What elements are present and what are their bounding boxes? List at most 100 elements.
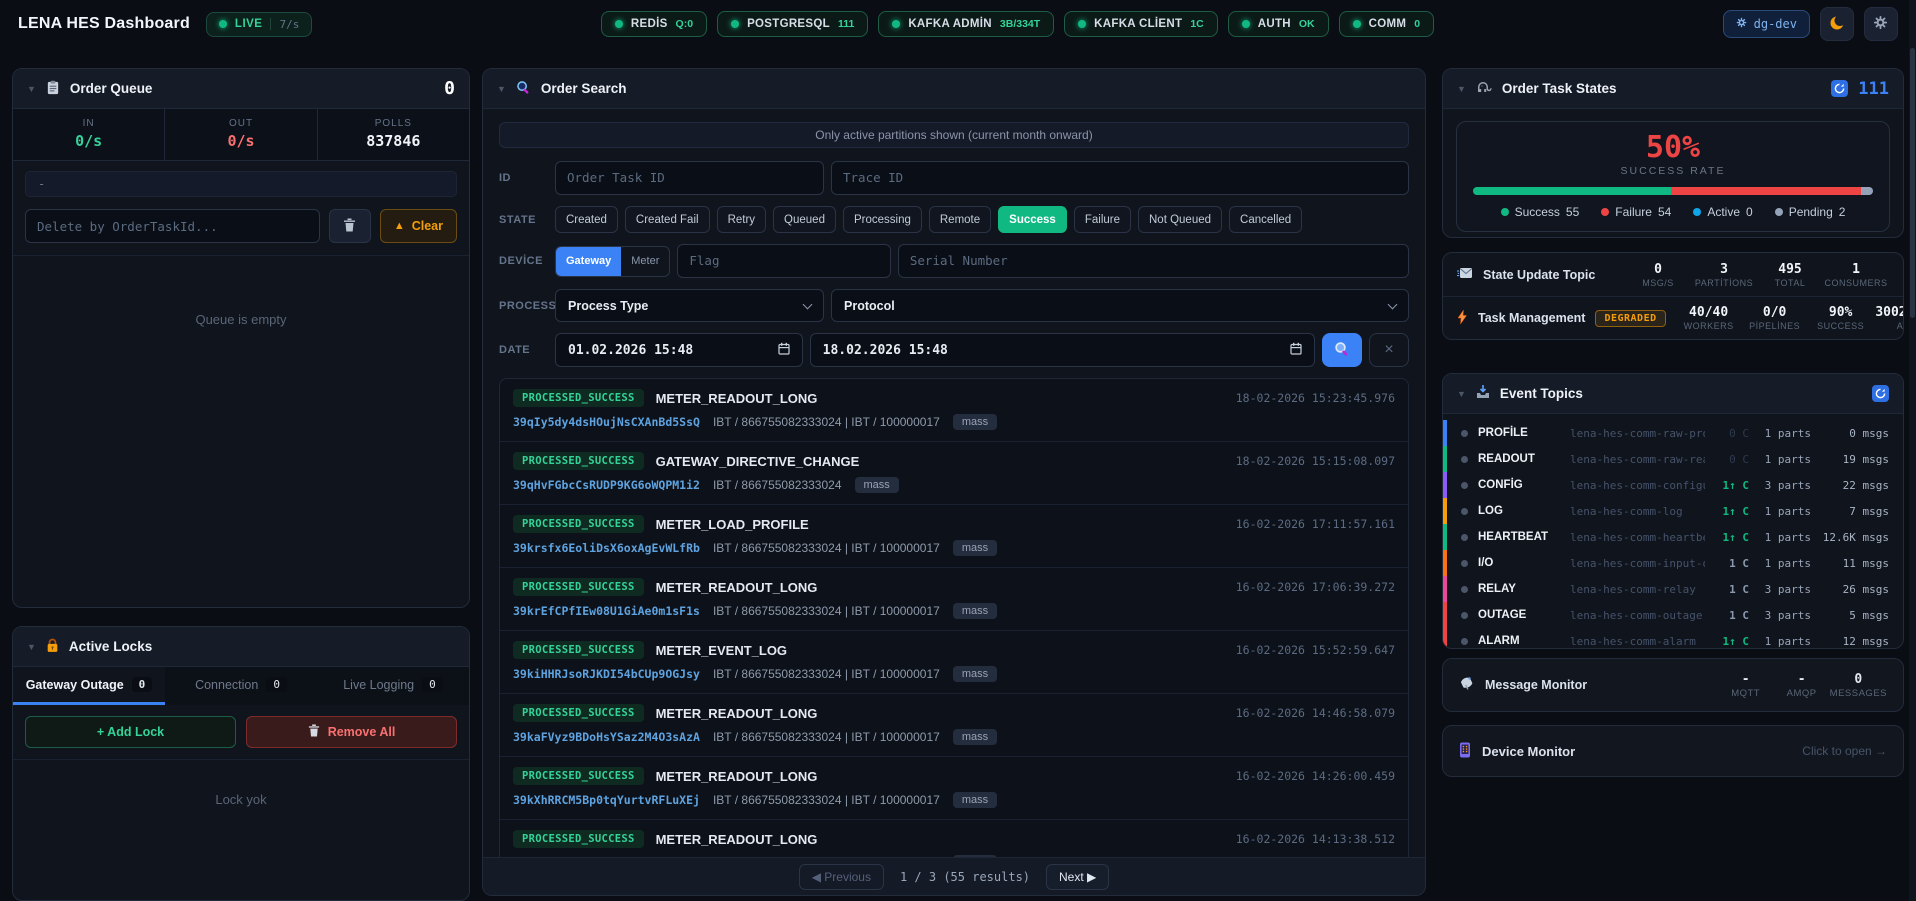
result-row[interactable]: PROCESSED_SUCCESS METER_READOUT_LONG 16-…: [500, 568, 1408, 631]
state-chip[interactable]: Success: [998, 206, 1067, 233]
settings-button[interactable]: [1864, 7, 1898, 41]
calendar-icon[interactable]: [1290, 342, 1302, 359]
service-status-badge[interactable]: AUTH OK: [1228, 11, 1329, 37]
environment-button[interactable]: dg-dev: [1723, 10, 1810, 38]
state-chip[interactable]: Failure: [1074, 206, 1131, 233]
order-task-id-input[interactable]: [555, 161, 824, 195]
collapse-icon[interactable]: ▼: [27, 642, 36, 652]
protocol-select[interactable]: Protocol: [831, 289, 1409, 322]
stat: 0/0 PİPELİNES: [1742, 305, 1808, 331]
add-lock-button[interactable]: + Add Lock: [25, 716, 236, 748]
queue-stat-cell: IN 0/s: [13, 109, 165, 160]
status-dot-icon: [1353, 20, 1361, 28]
device-monitor-panel[interactable]: Device Monitor Click to open →: [1442, 725, 1904, 777]
theme-toggle-button[interactable]: [1820, 7, 1854, 41]
flag-input[interactable]: [677, 244, 891, 278]
event-topic-row[interactable]: LOG lena-hes-comm-log 1↑ C 1 parts 7 msg…: [1443, 498, 1903, 524]
active-locks-title: Active Locks: [69, 639, 152, 654]
serial-number-input[interactable]: [898, 244, 1409, 278]
order-task-id-link[interactable]: 39krsfx6EoliDsX6oxAgEvWLfRb: [513, 541, 700, 555]
active-locks-header: ▼ Active Locks: [13, 627, 469, 667]
page-scrollbar[interactable]: [1909, 0, 1916, 901]
delete-button[interactable]: [329, 209, 371, 243]
delete-by-id-input[interactable]: [25, 209, 320, 243]
task-meta: IBT / 866755082333024 | IBT / 100000017: [713, 415, 940, 429]
scrollbar-thumb[interactable]: [1910, 48, 1915, 318]
state-chip[interactable]: Processing: [843, 206, 922, 233]
inbox-icon: [1476, 385, 1490, 402]
date-to-input[interactable]: 18.02.2026 15:48: [810, 333, 1315, 367]
tab-label: Live Logging: [343, 678, 414, 692]
legend-label: Failure: [1615, 205, 1652, 219]
event-topic-row[interactable]: CONFİG lena-hes-comm-configurati… 1↑ C 3…: [1443, 472, 1903, 498]
state-chip[interactable]: Retry: [717, 206, 766, 233]
order-task-id-link[interactable]: 39krEfCPfIEw08U1GiAe0m1sF1s: [513, 604, 700, 618]
order-task-id-link[interactable]: 39qIy5dy4dsHOujNsCXAnBd5SsQ: [513, 415, 700, 429]
order-task-id-link[interactable]: 39kaFVyz9BDoHsYSaz2M4O3sAzA: [513, 730, 700, 744]
state-chip[interactable]: Created: [555, 206, 618, 233]
clear-search-button[interactable]: ×: [1369, 333, 1409, 367]
service-status-badge[interactable]: COMM 0: [1339, 11, 1434, 37]
state-chip[interactable]: Not Queued: [1138, 206, 1222, 233]
remove-all-button[interactable]: Remove All: [246, 716, 457, 748]
service-name: AUTH: [1258, 18, 1291, 30]
service-status-badge[interactable]: KAFKA ADMİN 3B/334T: [878, 11, 1054, 37]
service-status-badge[interactable]: POSTGRESQL 111: [717, 11, 868, 37]
next-page-button[interactable]: Next ▶: [1046, 864, 1109, 890]
service-status-badge[interactable]: KAFKA CLİENT 1C: [1064, 11, 1218, 37]
state-chip[interactable]: Queued: [773, 206, 836, 233]
event-topic-row[interactable]: OUTAGE lena-hes-comm-outage 1 C 3 parts …: [1443, 602, 1903, 628]
event-topic-row[interactable]: RELAY lena-hes-comm-relay 1 C 3 parts 26…: [1443, 576, 1903, 602]
collapse-icon[interactable]: ▼: [1457, 389, 1466, 399]
service-status-badge[interactable]: REDİS Q:0: [601, 11, 707, 37]
event-topic-row[interactable]: HEARTBEAT lena-hes-comm-heartbeat 1↑ C 1…: [1443, 524, 1903, 550]
result-row[interactable]: PROCESSED_SUCCESS METER_READOUT_LONG 18-…: [500, 379, 1408, 442]
process-type-select[interactable]: Process Type: [555, 289, 824, 322]
stat-label: POLLS: [318, 118, 469, 129]
order-task-id-link[interactable]: 39kiHHRJsoRJKDI54bCUp9OGJsy: [513, 667, 700, 681]
topic-partitions: 3 parts: [1749, 583, 1811, 596]
event-topic-row[interactable]: READOUT lena-hes-comm-raw-readout 0 C 1 …: [1443, 446, 1903, 472]
state-chip[interactable]: Remote: [929, 206, 991, 233]
collapse-icon[interactable]: ▼: [497, 84, 506, 94]
state-chip[interactable]: Created Fail: [625, 206, 710, 233]
state-chip[interactable]: Cancelled: [1229, 206, 1302, 233]
locks-tab[interactable]: Live Logging 0: [317, 667, 469, 705]
queue-empty-text: Queue is empty: [13, 256, 469, 327]
collapse-icon[interactable]: ▼: [1457, 84, 1466, 94]
topic-address: lena-hes-comm-log: [1570, 505, 1705, 518]
device-toggle-option[interactable]: Meter: [621, 247, 669, 276]
topic-name: OUTAGE: [1478, 609, 1570, 621]
message-monitor-panel[interactable]: Message Monitor - MQTT - AMQP 0 MESSAGES: [1442, 658, 1904, 712]
result-row[interactable]: PROCESSED_SUCCESS METER_READOUT_LONG 16-…: [500, 757, 1408, 820]
result-row[interactable]: PROCESSED_SUCCESS GATEWAY_DIRECTIVE_CHAN…: [500, 442, 1408, 505]
topic-color-stripe: [1443, 524, 1447, 550]
task-timestamp: 16-02-2026 15:52:59.647: [1236, 643, 1395, 657]
event-topic-row[interactable]: PROFİLE lena-hes-comm-raw-profile 0 C 1 …: [1443, 420, 1903, 446]
refresh-icon[interactable]: [1872, 385, 1889, 402]
task-type: METER_READOUT_LONG: [656, 706, 818, 721]
device-toggle-option[interactable]: Gateway: [556, 247, 621, 276]
locks-tab[interactable]: Gateway Outage 0: [13, 667, 165, 705]
date-from-input[interactable]: 01.02.2026 15:48: [555, 333, 803, 367]
status-dot-icon: [1078, 20, 1086, 28]
clear-queue-button[interactable]: ▲ Clear: [380, 209, 457, 243]
event-topic-row[interactable]: I/O lena-hes-comm-input-output 1 C 1 par…: [1443, 550, 1903, 576]
order-task-id-link[interactable]: 39kXhRRCM5Bp0tqYurtvRFLuXEj: [513, 793, 700, 807]
result-row[interactable]: PROCESSED_SUCCESS METER_LOAD_PROFILE 16-…: [500, 505, 1408, 568]
trace-id-input[interactable]: [831, 161, 1409, 195]
stat-value: 0: [1830, 672, 1887, 687]
search-button[interactable]: [1322, 333, 1362, 367]
event-topic-row[interactable]: ALARM lena-hes-comm-alarm 1↑ C 1 parts 1…: [1443, 628, 1903, 649]
result-row[interactable]: PROCESSED_SUCCESS METER_READOUT_LONG 16-…: [500, 694, 1408, 757]
result-row[interactable]: PROCESSED_SUCCESS METER_EVENT_LOG 16-02-…: [500, 631, 1408, 694]
calendar-icon[interactable]: [778, 342, 790, 359]
order-search-panel: ▼ Order Search Only active partitions sh…: [482, 68, 1426, 896]
refresh-icon[interactable]: [1831, 80, 1848, 97]
order-task-id-link[interactable]: 39qHvFGbcCsRUDP9KG6oWQPM1i2: [513, 478, 700, 492]
device-monitor-hint: Click to open →: [1802, 744, 1887, 758]
locks-tab[interactable]: Connection 0: [165, 667, 317, 705]
previous-page-button[interactable]: ◀ Previous: [799, 864, 884, 890]
task-type: METER_READOUT_LONG: [656, 580, 818, 595]
collapse-icon[interactable]: ▼: [27, 84, 36, 94]
